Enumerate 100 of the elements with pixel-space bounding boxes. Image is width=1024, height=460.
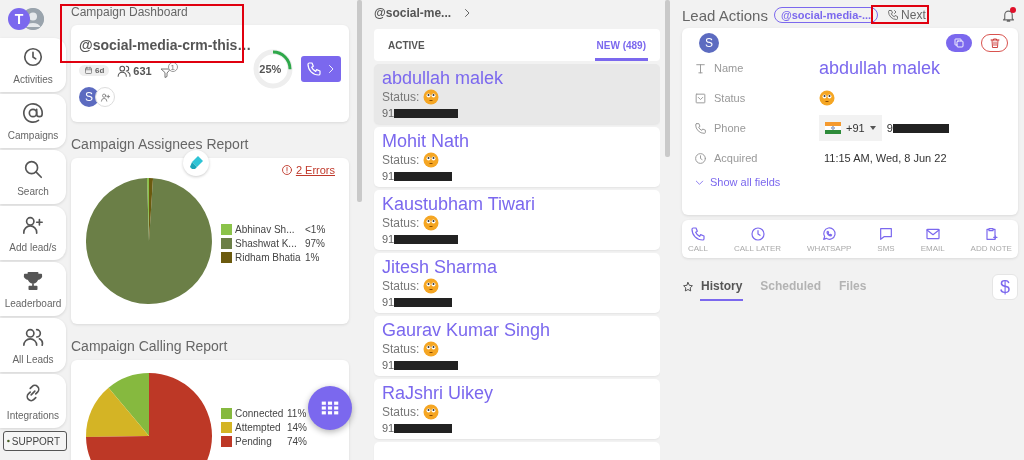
section-title: Campaign Calling Report <box>71 338 229 354</box>
highlighter-button[interactable] <box>183 150 209 176</box>
nav-icon <box>22 269 44 292</box>
redaction-bar <box>394 171 453 181</box>
filter-button[interactable]: 1 <box>159 62 178 79</box>
field-icon <box>694 61 707 75</box>
star-icon <box>682 281 694 293</box>
user-avatar[interactable]: T <box>8 8 30 30</box>
flag-icon <box>825 122 841 134</box>
status-label: Status: <box>382 279 420 294</box>
redaction-bar <box>394 423 453 433</box>
assignee-avatar[interactable]: S <box>79 87 99 107</box>
add-assignee-button[interactable] <box>95 87 115 107</box>
lead-card[interactable]: Jitesh Sharma Status: 91 <box>374 253 660 313</box>
progress-value: 25% <box>258 62 283 77</box>
currency-button[interactable]: $ <box>992 274 1018 300</box>
copy-button[interactable] <box>946 34 972 52</box>
phone-prefix: 91 <box>382 422 395 435</box>
list-tab[interactable]: NEW (489) <box>594 29 648 61</box>
action-icon <box>690 225 706 242</box>
redaction-bar <box>394 234 459 244</box>
lead-name: Gaurav Kumar Singh <box>382 319 552 341</box>
assignee-avatar[interactable]: S <box>699 33 719 53</box>
bell-icon <box>1001 7 1016 23</box>
delete-button[interactable] <box>981 34 1008 52</box>
list-tab[interactable]: ACTIVE <box>386 29 427 61</box>
filter-icon <box>159 67 172 79</box>
nav-item[interactable]: All Leads <box>0 318 66 372</box>
redaction-bar <box>394 108 459 118</box>
lead-name: abdullah malek <box>819 57 941 79</box>
lead-card[interactable]: Kaustubham Tiwari Status: 91 <box>374 190 660 250</box>
field-icon <box>694 91 707 105</box>
lead-card[interactable]: Gaurav Kumar Singh Status: 91 <box>374 316 660 376</box>
field-label: Phone <box>714 122 746 134</box>
panel-title: Lead Actions <box>682 6 768 24</box>
emoji-icon <box>423 89 440 106</box>
add-user-icon <box>99 91 111 103</box>
legend-label: Connected <box>235 407 285 419</box>
action-icon <box>821 225 838 242</box>
phone-prefix: 91 <box>382 170 395 183</box>
copy-icon <box>953 37 965 49</box>
scrollbar-thumb[interactable] <box>357 0 362 202</box>
lead-name: Kaustubham Tiwari <box>382 193 537 215</box>
nav-item[interactable]: Leaderboard <box>0 262 66 316</box>
lead-name: abdullah malek <box>382 67 505 89</box>
field-icon <box>694 121 707 135</box>
country-code-select[interactable]: +91 <box>819 115 882 141</box>
phone-icon <box>305 61 322 77</box>
lead-name: Mohit Nath <box>382 130 471 152</box>
notifications-button[interactable] <box>1001 7 1016 23</box>
legend-label: Ridham Bhatia <box>235 252 302 263</box>
emoji-icon <box>423 278 440 295</box>
emoji-icon <box>423 341 440 358</box>
legend-label: Shashwat K... <box>235 238 298 249</box>
history-tab[interactable]: History <box>700 273 744 301</box>
emoji-icon <box>423 215 440 232</box>
scrollbar-thumb[interactable] <box>665 0 670 157</box>
legend-value: 74% <box>287 435 307 447</box>
campaign-breadcrumb[interactable]: @social-me... <box>374 6 452 20</box>
duration-chip: 6d <box>79 65 110 76</box>
section-title: Campaign Dashboard <box>71 5 189 19</box>
legend-value: 14% <box>287 421 307 433</box>
lead-card[interactable]: abdullah malek Status: 91 <box>374 64 660 124</box>
support-button[interactable]: SUPPORT <box>3 431 67 451</box>
lead-name: RaJshri Uikey <box>382 382 495 404</box>
redaction-bar <box>394 297 453 307</box>
nav-item[interactable]: Integrations <box>0 374 66 428</box>
field-value: 11:15 AM, Wed, 8 Jun 22 <box>824 152 947 164</box>
status-label: Status: <box>382 342 420 357</box>
action-icon <box>983 225 1000 242</box>
nav-item[interactable]: Search <box>0 150 66 204</box>
dropdown-caret-icon <box>869 126 876 130</box>
field-label: Status <box>714 92 746 104</box>
phone-value: 9 <box>886 122 893 134</box>
lead-card[interactable]: Mohit Nath Status: 91 <box>374 127 660 187</box>
next-lead-button[interactable]: Next <box>884 8 929 22</box>
legend-label: Abhinav Sh... <box>235 224 296 235</box>
show-all-fields-link[interactable]: Show all fields <box>694 176 781 188</box>
leads-count: 631 <box>133 64 152 77</box>
call-next-button[interactable] <box>301 56 341 82</box>
field-label: Acquired <box>714 152 758 164</box>
errors-link[interactable]: 2 Errors <box>295 164 335 176</box>
phone-prefix: 91 <box>382 296 395 309</box>
annotation-frame <box>871 5 929 24</box>
nav-item[interactable]: Campaigns <box>0 94 66 148</box>
action-icon <box>749 225 766 242</box>
redaction-bar <box>394 360 459 370</box>
legend-value: <1% <box>305 224 326 235</box>
nav-item[interactable]: Add lead/s <box>0 206 66 260</box>
users-icon <box>117 63 132 78</box>
redaction-bar <box>892 123 949 133</box>
phone-prefix: 91 <box>382 107 395 120</box>
legend-value: 97% <box>305 238 325 249</box>
legend-value: 1% <box>305 252 320 263</box>
trash-icon <box>988 37 1001 49</box>
error-icon <box>280 164 293 176</box>
nav-icon <box>22 45 44 68</box>
nav-item[interactable]: Activities <box>0 38 66 92</box>
action-icon <box>878 225 894 242</box>
lead-card[interactable]: RaJshri Uikey Status: 91 <box>374 379 660 439</box>
